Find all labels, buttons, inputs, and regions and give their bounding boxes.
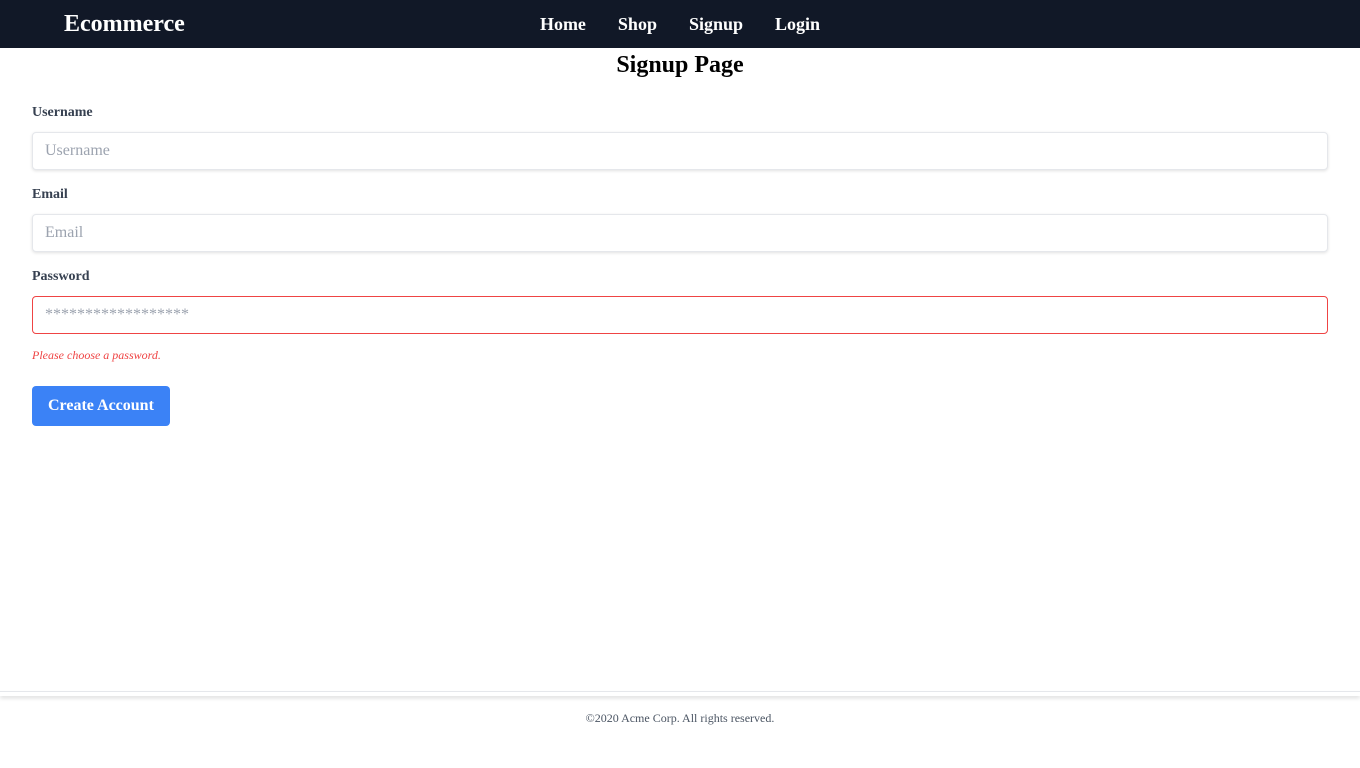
create-account-button[interactable]: Create Account xyxy=(32,386,170,426)
nav-links: Home Shop Signup Login xyxy=(0,0,1360,48)
footer-copyright: ©2020 Acme Corp. All rights reserved. xyxy=(585,711,775,725)
footer-divider xyxy=(0,692,1360,696)
password-label: Password xyxy=(32,269,90,284)
email-label: Email xyxy=(32,187,68,202)
username-input[interactable] xyxy=(32,132,1328,170)
page-title: Signup Page xyxy=(616,52,744,78)
nav-link-home[interactable]: Home xyxy=(540,13,586,35)
password-input[interactable] xyxy=(32,296,1328,334)
nav-link-shop[interactable]: Shop xyxy=(618,13,657,35)
top-navbar: Ecommerce Home Shop Signup Login xyxy=(0,0,1360,48)
nav-link-signup[interactable]: Signup xyxy=(689,13,743,35)
password-error-message: Please choose a password. xyxy=(32,348,161,362)
password-group: Password Please choose a password. xyxy=(32,268,1328,363)
email-group: Email xyxy=(32,186,1328,268)
username-label: Username xyxy=(32,105,93,120)
signup-form: Username Email Password Please choose a … xyxy=(32,104,1328,426)
username-group: Username xyxy=(32,104,1328,186)
brand-logo-link[interactable]: Ecommerce xyxy=(64,10,185,38)
email-input[interactable] xyxy=(32,214,1328,252)
nav-link-login[interactable]: Login xyxy=(775,13,820,35)
